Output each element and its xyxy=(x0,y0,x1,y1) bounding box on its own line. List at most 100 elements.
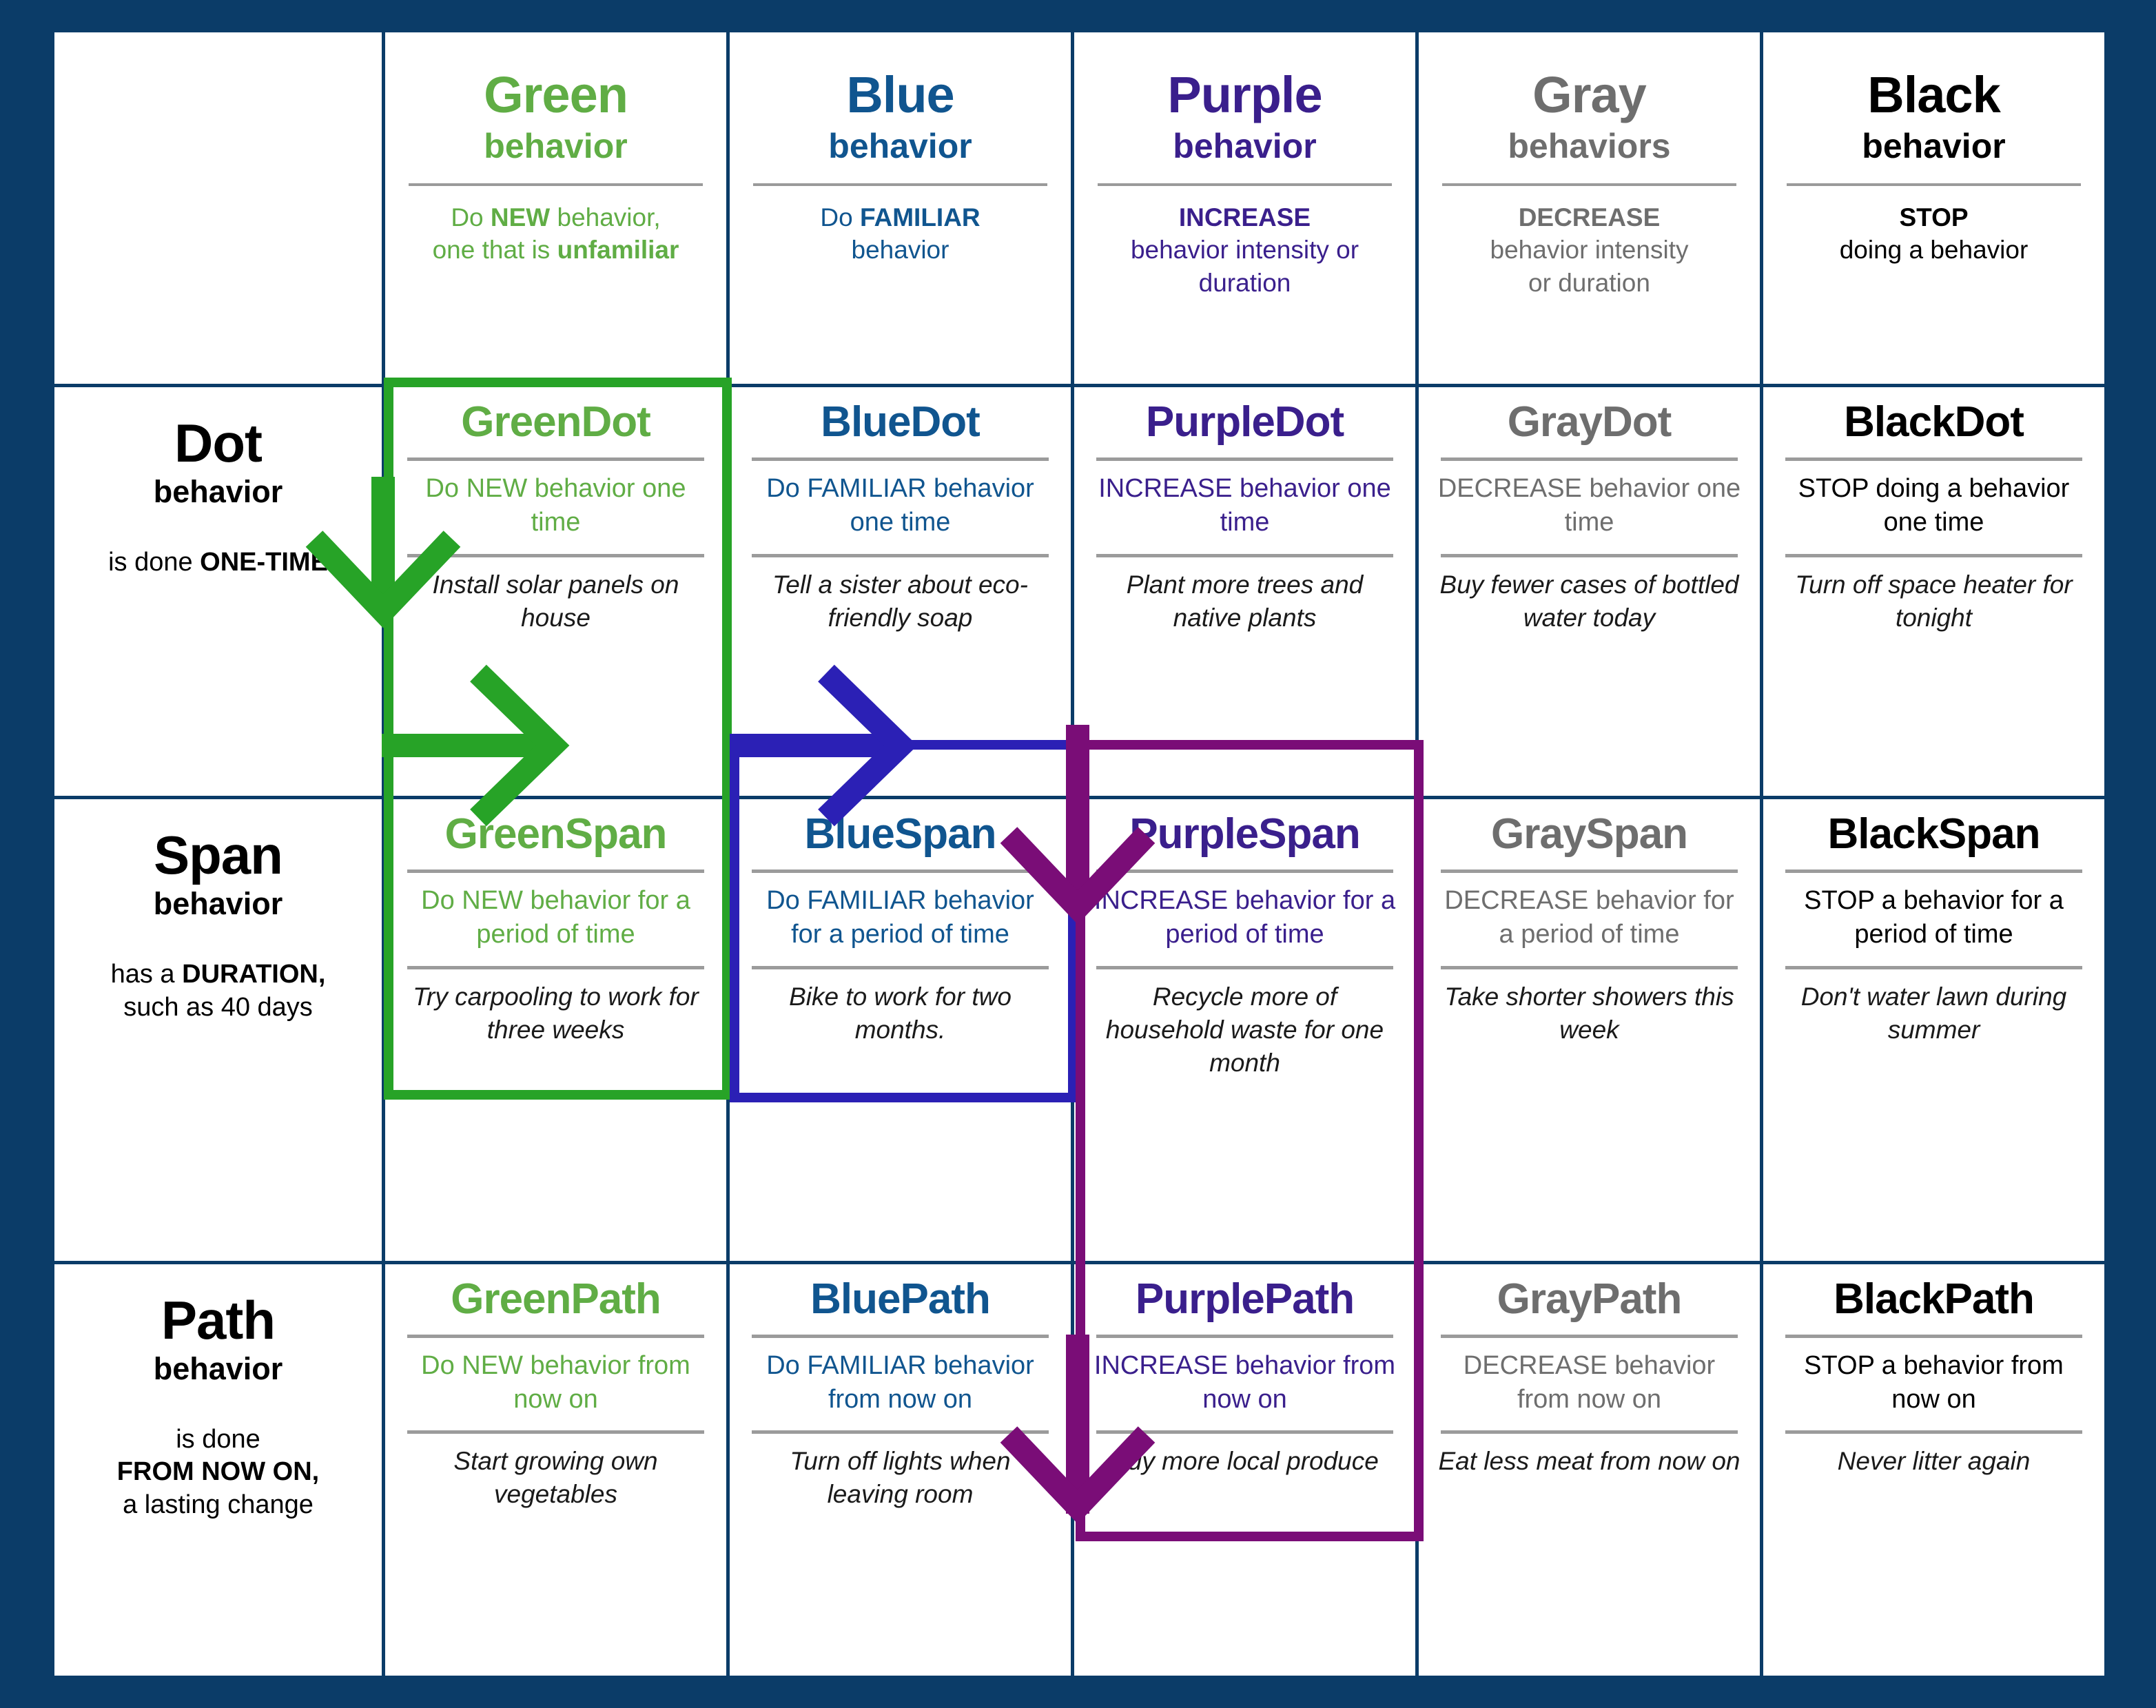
cell-definition: STOP doing a behavior one time xyxy=(1798,474,2070,537)
desc-line2: such as 40 days xyxy=(123,992,313,1022)
cell-divider xyxy=(1785,1334,2082,1338)
row-title-dot: Dot xyxy=(174,413,263,473)
cell-divider xyxy=(752,965,1049,969)
desc-bold: FROM NOW ON, xyxy=(116,1457,320,1487)
cell-divider xyxy=(407,1430,704,1434)
cell-blue-dot: BlueDot Do FAMILIAR behavior one time Te… xyxy=(726,383,1074,800)
cell-example: Recycle more of household waste for one … xyxy=(1105,982,1384,1077)
desc3: duration xyxy=(1198,268,1291,297)
desc-bold: STOP xyxy=(1899,203,1969,231)
header-divider xyxy=(1787,183,2081,186)
desc2-pre: behavior xyxy=(851,236,949,265)
desc-post: behavior, xyxy=(550,203,661,231)
column-subtitle-purple: behavior xyxy=(1173,127,1317,165)
cell-title: BluePath xyxy=(810,1275,991,1323)
cell-divider xyxy=(407,1334,704,1338)
desc3: or duration xyxy=(1528,268,1650,297)
cell-divider xyxy=(1785,457,2082,461)
cell-divider xyxy=(752,457,1049,461)
cell-black-path: BlackPath STOP a behavior from now on Ne… xyxy=(1760,1260,2108,1680)
corner-cell xyxy=(51,29,385,387)
cell-green-dot: GreenDot Do NEW behavior one time Instal… xyxy=(382,383,730,800)
desc2-pre: behavior intensity or xyxy=(1130,236,1359,265)
column-subtitle-black: behavior xyxy=(1862,127,2006,165)
cell-definition: Do NEW behavior for a period of time xyxy=(421,886,690,949)
cell-divider xyxy=(752,1334,1049,1338)
cell-gray-path: GrayPath DECREASE behavior from now on E… xyxy=(1415,1260,1763,1680)
cell-definition: Do NEW behavior from now on xyxy=(421,1350,690,1414)
row-subtitle-span: behavior xyxy=(153,886,283,922)
cell-example: Don't water lawn during summer xyxy=(1800,982,2067,1044)
column-subtitle-blue: behavior xyxy=(828,127,972,165)
row-desc-dot: is done ONE-TIME xyxy=(54,546,382,579)
row-subtitle-path: behavior xyxy=(153,1350,283,1386)
cell-title: BlackPath xyxy=(1834,1275,2035,1323)
cell-purple-dot: PurpleDot INCREASE behavior one time Pla… xyxy=(1071,383,1419,800)
desc-bold: DURATION, xyxy=(182,960,326,989)
row-label-span: Span behavior has a DURATION, such as 40… xyxy=(51,796,385,1264)
column-header-purple: Purple behavior INCREASE behavior intens… xyxy=(1071,29,1419,387)
column-header-gray: Gray behaviors DECREASE behavior intensi… xyxy=(1415,29,1763,387)
cell-definition: Do NEW behavior one time xyxy=(425,474,686,537)
cell-title: GreenDot xyxy=(461,398,650,446)
cell-green-path: GreenPath Do NEW behavior from now on St… xyxy=(382,1260,730,1680)
cell-blue-path: BluePath Do FAMILIAR behavior from now o… xyxy=(726,1260,1074,1680)
cell-divider xyxy=(1785,870,2082,874)
cell-example: Take shorter showers this week xyxy=(1444,982,1734,1044)
cell-definition: Do FAMILIAR behavior from now on xyxy=(766,1350,1034,1414)
cell-divider xyxy=(1441,553,1738,557)
cell-blue-span: BlueSpan Do FAMILIAR behavior for a peri… xyxy=(726,796,1074,1264)
cell-divider xyxy=(407,870,704,874)
cell-title: GrayPath xyxy=(1497,1275,1683,1323)
column-header-black: Black behavior STOP doing a behavior xyxy=(1760,29,2108,387)
row-span: Span behavior has a DURATION, such as 40… xyxy=(51,796,2108,1264)
cell-example: Plant more trees and native plants xyxy=(1126,570,1364,632)
cell-divider xyxy=(1096,870,1393,874)
cell-example: Never litter again xyxy=(1837,1447,2031,1476)
cell-definition: Do FAMILIAR behavior for a period of tim… xyxy=(766,886,1034,949)
cell-definition: Do FAMILIAR behavior one time xyxy=(766,474,1034,537)
row-desc-span: has a DURATION, such as 40 days xyxy=(54,958,382,1024)
row-label-path: Path behavior is done FROM NOW ON, a las… xyxy=(51,1260,385,1680)
cell-divider xyxy=(1785,965,2082,969)
cell-example: Buy fewer cases of bottled water today xyxy=(1439,570,1739,632)
desc-bold: INCREASE xyxy=(1178,203,1311,231)
desc-pre: Do xyxy=(451,203,491,231)
behavior-grid-frame: Green behavior Do NEW behavior, one that… xyxy=(51,29,2108,1680)
cell-divider xyxy=(1441,870,1738,874)
cell-divider xyxy=(1441,1430,1738,1434)
cell-definition: DECREASE behavior from now on xyxy=(1463,1350,1716,1414)
desc-bold: DECREASE xyxy=(1518,203,1661,231)
desc-pre: is done xyxy=(108,548,201,577)
column-desc-gray: DECREASE behavior intensity or duration xyxy=(1419,201,1760,299)
cell-title: GreenSpan xyxy=(444,810,668,858)
cell-title: BlackSpan xyxy=(1827,810,2040,858)
cell-example: Start growing own vegetables xyxy=(453,1447,658,1509)
cell-title: BlueDot xyxy=(821,398,981,446)
cell-divider xyxy=(1096,457,1393,461)
desc-pre: Do xyxy=(820,203,860,231)
cell-gray-dot: GrayDot DECREASE behavior one time Buy f… xyxy=(1415,383,1763,800)
column-desc-black: STOP doing a behavior xyxy=(1763,201,2104,267)
cell-green-span: GreenSpan Do NEW behavior for a period o… xyxy=(382,796,730,1264)
desc-pre: has a xyxy=(110,960,183,989)
cell-black-dot: BlackDot STOP doing a behavior one time … xyxy=(1760,383,2108,800)
cell-example: Turn off lights when leaving room xyxy=(790,1447,1011,1509)
cell-definition: STOP a behavior from now on xyxy=(1804,1350,2064,1414)
cell-divider xyxy=(1441,965,1738,969)
desc-bold: NEW xyxy=(490,203,551,231)
column-title-gray: Gray xyxy=(1532,66,1647,123)
cell-divider xyxy=(1441,457,1738,461)
cell-divider xyxy=(1785,1430,2082,1434)
row-title-path: Path xyxy=(161,1289,276,1350)
desc2-pre: behavior intensity xyxy=(1490,236,1689,265)
column-title-green: Green xyxy=(484,66,628,123)
column-header-green: Green behavior Do NEW behavior, one that… xyxy=(382,29,730,387)
row-label-dot: Dot behavior is done ONE-TIME xyxy=(51,383,385,800)
header-divider xyxy=(1442,183,1736,186)
desc-bold: FAMILIAR xyxy=(859,203,981,231)
column-desc-purple: INCREASE behavior intensity or duration xyxy=(1074,201,1415,299)
cell-title: BlueSpan xyxy=(804,810,997,858)
cell-gray-span: GraySpan DECREASE behavior for a period … xyxy=(1415,796,1763,1264)
column-title-black: Black xyxy=(1867,66,2000,123)
